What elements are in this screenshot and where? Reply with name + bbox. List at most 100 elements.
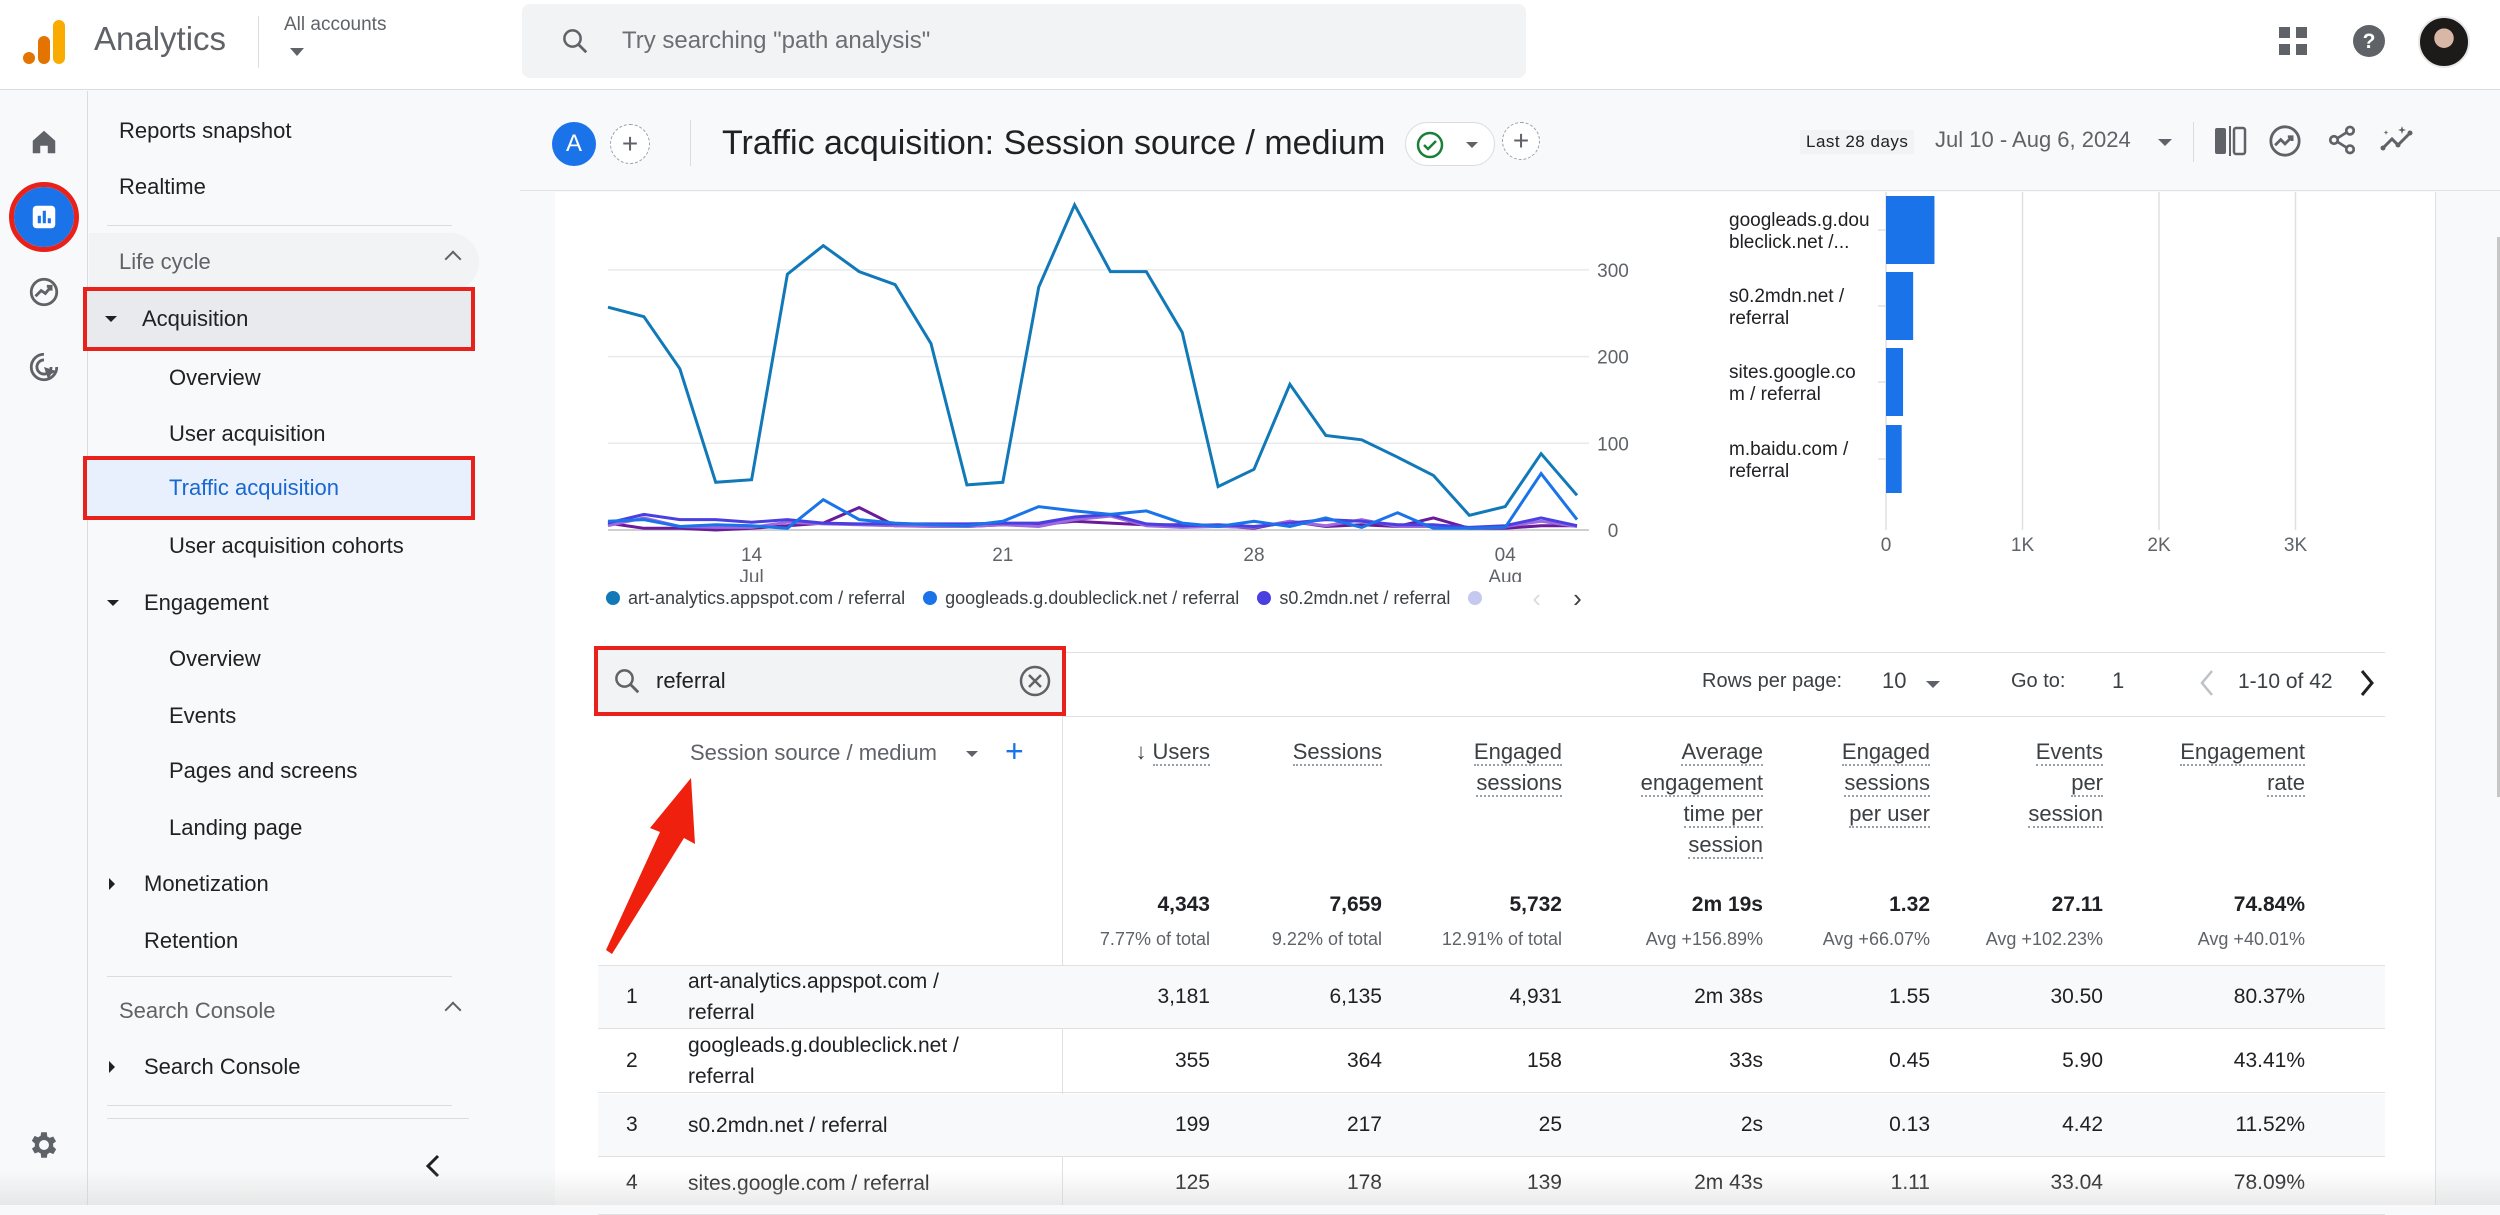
nav-user-acquisition[interactable]: User acquisition	[89, 407, 479, 461]
row-dimension-link[interactable]: art-analytics.appspot.com / referral	[688, 966, 988, 1028]
table-search-input[interactable]	[656, 664, 996, 698]
nav-pages-and-screens[interactable]: Pages and screens	[89, 744, 479, 798]
metric-column-header[interactable]: Engaged sessions per user	[1841, 736, 1930, 829]
clear-search-icon[interactable]	[1018, 664, 1052, 703]
total-subtext: Avg +66.07%	[1822, 929, 1930, 949]
reports-icon[interactable]	[9, 182, 79, 252]
table-search-box[interactable]	[594, 646, 1066, 716]
analytics-logo-icon[interactable]	[22, 18, 66, 66]
series-line[interactable]	[607, 471, 1579, 530]
chevron-down-icon[interactable]	[290, 48, 304, 56]
table-row[interactable]: 3 s0.2mdn.net / referral 199 217 25 2s 0.13 4.4…	[598, 1094, 2385, 1156]
row-number: 2	[626, 1049, 638, 1072]
sort-arrow-icon[interactable]: ↓	[1136, 739, 1147, 764]
home-icon[interactable]	[14, 112, 74, 172]
metric-column-header[interactable]: ↓ Users	[1136, 736, 1210, 767]
nav-section-label: Search Console	[119, 998, 276, 1023]
metric-cell: 25	[1538, 1113, 1562, 1136]
table-row[interactable]: 2 googleads.g.doubleclick.net / referral 3…	[598, 1030, 2385, 1092]
nav-reports-snapshot[interactable]: Reports snapshot	[89, 104, 479, 158]
nav-retention[interactable]: Retention	[89, 914, 479, 968]
caret-right-icon	[109, 1061, 115, 1073]
total-subtext: Avg +156.89%	[1645, 929, 1763, 949]
collapse-nav-icon[interactable]	[421, 1151, 445, 1186]
goto-page-input[interactable]: 1	[2112, 668, 2124, 694]
settings-gear-icon[interactable]	[27, 1128, 61, 1167]
legend-item[interactable]: art-analytics.appspot.com / referral	[606, 588, 905, 609]
total-value: 4,343	[1157, 893, 1210, 916]
chevron-down-icon[interactable]	[2158, 139, 2172, 146]
header-label: Engagement	[2180, 739, 2305, 766]
dimension-column-header[interactable]: Session source / medium	[690, 740, 937, 766]
comparison-segment-a[interactable]: A	[552, 122, 596, 166]
advertising-icon[interactable]	[14, 337, 74, 397]
metric-column-header[interactable]: Engagement rate	[2180, 736, 2305, 798]
anomaly-sparkle-icon[interactable]	[2380, 124, 2416, 161]
legend-prev-button[interactable]: ‹	[1532, 583, 1541, 614]
legend-item[interactable]: googleads.g.doubleclick.net / referral	[923, 588, 1239, 609]
metric-column-header[interactable]: Sessions	[1292, 736, 1382, 767]
nav-events[interactable]: Events	[89, 689, 479, 743]
row-number: 3	[626, 1113, 638, 1136]
prev-page-icon[interactable]	[2198, 668, 2216, 703]
chevron-down-icon[interactable]	[1926, 681, 1940, 688]
nav-search-console[interactable]: Search Console	[89, 1040, 479, 1094]
global-search[interactable]	[522, 4, 1526, 78]
metric-column-header[interactable]: Average engagement time per session	[1640, 736, 1763, 860]
account-selector[interactable]: All accounts	[284, 14, 386, 36]
metric-cell: 364	[1346, 1049, 1382, 1072]
nav-acquisition[interactable]: Acquisition	[83, 287, 475, 351]
metric-column-header[interactable]: Engaged sessions	[1473, 736, 1562, 798]
bar-category-label: m.baidu.com / referral	[1729, 439, 1849, 482]
nav-landing-page[interactable]: Landing page	[89, 801, 479, 855]
share-icon[interactable]	[2326, 124, 2358, 161]
add-dimension-button[interactable]: +	[1005, 733, 1024, 770]
nav-realtime[interactable]: Realtime	[89, 160, 479, 214]
user-avatar[interactable]	[2418, 16, 2470, 68]
chevron-down-icon[interactable]	[966, 751, 978, 757]
add-comparison-button[interactable]: +	[610, 124, 650, 164]
divider	[598, 1092, 2385, 1093]
nav-user-acquisition-cohorts[interactable]: User acquisition cohorts	[89, 519, 479, 573]
legend-item[interactable]: s0.2mdn.net / referral	[1257, 588, 1450, 609]
bar[interactable]	[1886, 425, 1902, 493]
help-icon[interactable]: ?	[2352, 24, 2386, 63]
next-page-icon[interactable]	[2358, 668, 2376, 703]
divider	[598, 1028, 2385, 1029]
nav-section-lifecycle[interactable]: Life cycle	[89, 233, 479, 291]
legend-next-button[interactable]: ›	[1573, 583, 1582, 614]
row-dimension-link[interactable]: sites.google.com / referral	[688, 1168, 1088, 1199]
bar[interactable]	[1886, 196, 1935, 264]
report-status-dropdown[interactable]	[1405, 122, 1495, 166]
header-label: Events	[2035, 739, 2103, 766]
global-search-input[interactable]	[622, 22, 1502, 60]
add-report-button[interactable]: +	[1502, 122, 1540, 160]
divider	[107, 976, 452, 977]
table-row[interactable]: 1 art-analytics.appspot.com / referral 3,1…	[598, 966, 2385, 1028]
y-tick-label: 0	[1608, 521, 1619, 542]
header-label: engagement	[1640, 770, 1763, 797]
nav-traffic-acquisition[interactable]: Traffic acquisition	[83, 456, 475, 520]
bar[interactable]	[1886, 272, 1914, 340]
nav-engagement-overview[interactable]: Overview	[89, 632, 479, 686]
goto-label: Go to:	[2011, 670, 2066, 692]
divider	[107, 1105, 452, 1106]
explore-icon[interactable]	[14, 262, 74, 322]
date-range-picker[interactable]: Jul 10 - Aug 6, 2024	[1935, 127, 2131, 153]
apps-grid-icon[interactable]	[2278, 26, 2308, 61]
insights-icon[interactable]	[2268, 124, 2302, 163]
total-value: 7,659	[1329, 893, 1382, 916]
nav-section-search-console[interactable]: Search Console	[89, 984, 479, 1038]
metric-column-header[interactable]: Events per session	[2028, 736, 2103, 829]
row-dimension-link[interactable]: googleads.g.doubleclick.net / referral	[688, 1030, 988, 1092]
nav-monetization[interactable]: Monetization	[89, 857, 479, 911]
bar[interactable]	[1886, 348, 1904, 416]
nav-engagement[interactable]: Engagement	[89, 576, 479, 630]
customize-report-icon[interactable]	[2213, 124, 2247, 163]
series-line[interactable]	[607, 201, 1579, 517]
nav-acquisition-overview[interactable]: Overview	[89, 351, 479, 405]
rows-per-page-select[interactable]: 10	[1882, 668, 1906, 694]
row-dimension-link[interactable]: s0.2mdn.net / referral	[688, 1110, 1088, 1141]
metric-cell: 6,135	[1329, 985, 1382, 1008]
metric-cell: 43.41%	[2233, 1049, 2305, 1072]
